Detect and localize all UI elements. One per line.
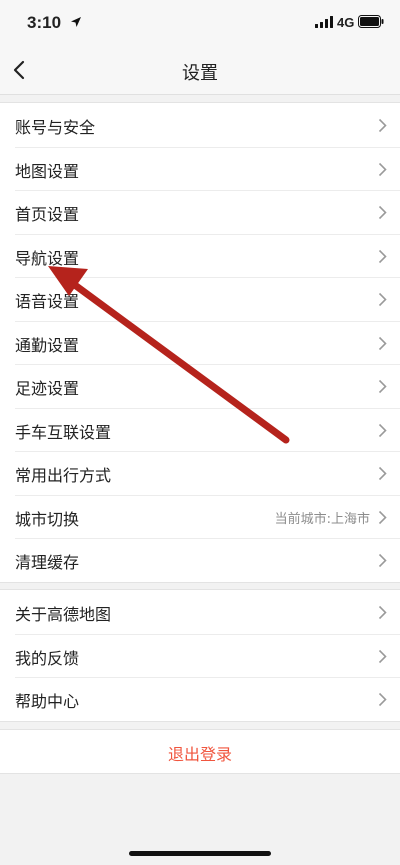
- settings-item-label: 帮助中心: [15, 692, 80, 711]
- settings-item-label: 语音设置: [15, 292, 80, 311]
- network-type-label: 4G: [337, 15, 355, 30]
- settings-item-feedback[interactable]: 我的反馈: [0, 633, 400, 678]
- settings-item-car-connect[interactable]: 手车互联设置: [0, 407, 400, 452]
- settings-item-commute[interactable]: 通勤设置: [0, 320, 400, 365]
- page-title: 设置: [182, 63, 218, 84]
- home-indicator: [129, 851, 271, 856]
- settings-item-navigation[interactable]: 导航设置: [0, 233, 400, 278]
- status-bar: 3:10 4G: [0, 0, 400, 46]
- settings-item-account-security[interactable]: 账号与安全: [0, 103, 400, 147]
- chevron-right-icon: [378, 605, 387, 620]
- chevron-right-icon: [378, 205, 387, 220]
- settings-item-footprint[interactable]: 足迹设置: [0, 364, 400, 408]
- settings-list-main: 账号与安全 地图设置 首页设置 导航设置 语音设置 通勤设置 足迹设置 手车互联…: [0, 102, 400, 583]
- battery-icon: [358, 15, 384, 28]
- settings-item-label: 通勤设置: [15, 335, 80, 355]
- settings-item-city-switch[interactable]: 城市切换 当前城市:上海市: [0, 494, 400, 539]
- chevron-right-icon: [378, 466, 387, 481]
- settings-list-about: 关于高德地图 我的反馈 帮助中心: [0, 589, 400, 722]
- chevron-right-icon: [378, 510, 387, 524]
- location-arrow-icon: [71, 17, 81, 27]
- settings-item-label: 足迹设置: [15, 379, 80, 398]
- chevron-right-icon: [378, 162, 387, 176]
- status-time: 3:10: [27, 13, 62, 32]
- settings-item-label: 我的反馈: [15, 648, 80, 668]
- cellular-signal-icon: [315, 16, 333, 28]
- settings-item-label: 账号与安全: [15, 118, 96, 137]
- settings-item-label: 导航设置: [15, 248, 80, 268]
- navigation-bar: 设置: [0, 46, 400, 95]
- settings-item-label: 常用出行方式: [15, 466, 112, 485]
- chevron-right-icon: [378, 423, 387, 437]
- settings-item-help[interactable]: 帮助中心: [0, 677, 400, 721]
- settings-item-label: 清理缓存: [15, 553, 80, 572]
- logout-button[interactable]: 退出登录: [0, 741, 400, 765]
- settings-item-voice[interactable]: 语音设置: [0, 277, 400, 321]
- settings-item-map[interactable]: 地图设置: [0, 146, 400, 191]
- chevron-right-icon: [378, 649, 387, 663]
- settings-item-clear-cache[interactable]: 清理缓存: [0, 538, 400, 582]
- chevron-right-icon: [378, 336, 387, 350]
- settings-item-label: 首页设置: [15, 205, 80, 224]
- settings-item-home[interactable]: 首页设置: [0, 190, 400, 234]
- settings-item-label: 手车互联设置: [15, 422, 112, 442]
- settings-item-label: 城市切换: [15, 509, 80, 529]
- chevron-right-icon: [378, 379, 387, 394]
- chevron-right-icon: [378, 118, 387, 133]
- settings-item-label: 地图设置: [15, 161, 80, 181]
- settings-item-about[interactable]: 关于高德地图: [0, 590, 400, 634]
- chevron-right-icon: [378, 553, 387, 568]
- settings-item-label: 关于高德地图: [15, 605, 112, 624]
- current-city-value: 当前城市:上海市: [274, 511, 370, 527]
- chevron-right-icon: [378, 292, 387, 307]
- chevron-right-icon: [378, 692, 387, 707]
- settings-item-travel-mode[interactable]: 常用出行方式: [0, 451, 400, 495]
- logout-section: 退出登录: [0, 729, 400, 774]
- chevron-right-icon: [378, 249, 387, 263]
